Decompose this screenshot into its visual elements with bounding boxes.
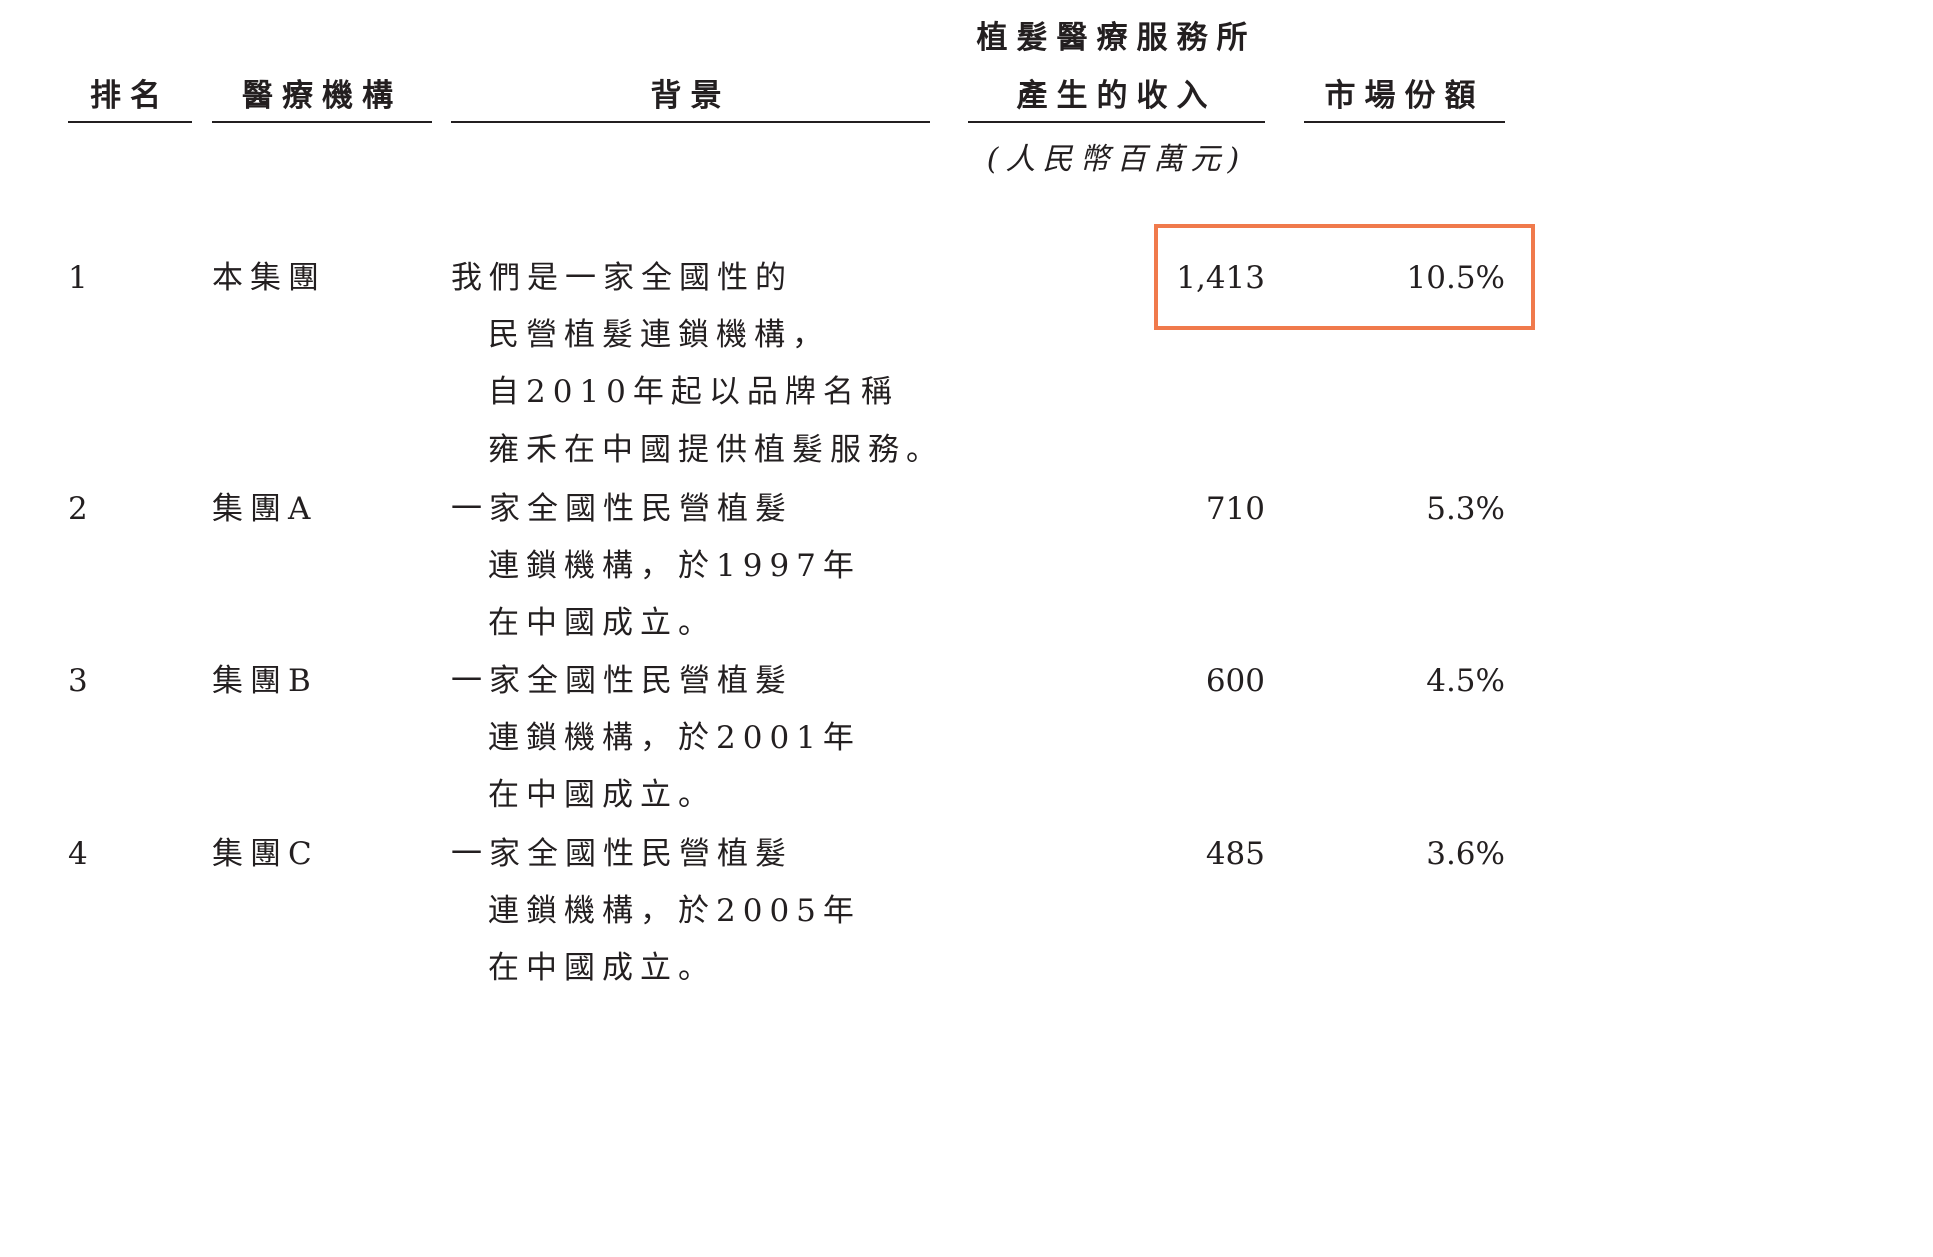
row1-share: 10.5% [1406,260,1505,296]
row2-background-line3: 在中國成立。 [488,605,716,641]
row4-background-line2: 連鎖機構，於2005年 [488,893,861,929]
row2-revenue: 710 [1205,491,1265,527]
row3-share: 4.5% [1426,663,1505,699]
row1-rank: 1 [68,260,95,296]
row4-background-line3: 在中國成立。 [488,950,716,986]
row3-background-line1: 一家全國性民營植髮 [451,663,793,699]
row3-revenue: 600 [1205,663,1265,699]
row2-background-line2: 連鎖機構，於1997年 [488,548,861,584]
header-rule-background [451,121,930,123]
row3-background-line3: 在中國成立。 [488,777,716,813]
row2-institution: 集團A [212,491,318,527]
row3-rank: 3 [68,663,95,699]
row2-share: 5.3% [1426,491,1505,527]
header-institution: 醫療機構 [242,78,402,114]
header-rule-share [1304,121,1505,123]
header-rank: 排名 [90,78,170,114]
header-revenue-line1: 植髮醫療服務所 [976,20,1257,56]
row4-share: 3.6% [1426,836,1505,872]
row4-revenue: 485 [1205,836,1265,872]
header-rule-revenue [968,121,1265,123]
row3-institution: 集團B [212,663,318,699]
row4-rank: 4 [68,836,95,872]
header-share: 市場份額 [1324,78,1485,114]
row1-background-line2: 民營植髮連鎖機構， [488,317,830,353]
row4-institution: 集團C [212,836,319,872]
header-rule-institution [212,121,432,123]
row1-revenue: 1,413 [1176,260,1265,296]
row2-background-line1: 一家全國性民營植髮 [451,491,793,527]
revenue-unit-note: (人民幣百萬元) [986,142,1247,177]
row1-background-line1: 我們是一家全國性的 [451,260,793,296]
header-background: 背景 [650,78,731,114]
row2-rank: 2 [68,491,95,527]
row1-background-line4: 雍禾在中國提供植髮服務。 [488,432,944,468]
header-rule-rank [68,121,192,123]
row4-background-line1: 一家全國性民營植髮 [451,836,793,872]
row1-background-line3: 自2010年起以品牌名稱 [488,374,899,410]
header-revenue-line2: 產生的收入 [1016,78,1217,114]
row3-background-line2: 連鎖機構，於2001年 [488,720,861,756]
row1-institution: 本集團 [212,260,326,296]
